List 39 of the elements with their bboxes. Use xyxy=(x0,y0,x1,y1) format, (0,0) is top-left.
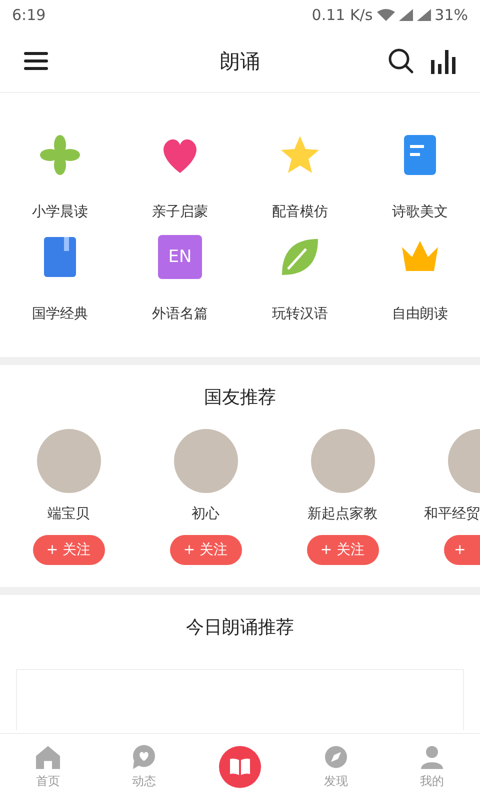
category-label: 小学晨读 xyxy=(32,203,88,221)
search-icon[interactable] xyxy=(388,48,414,74)
user-icon xyxy=(419,744,445,768)
category-label: 亲子启蒙 xyxy=(152,203,208,221)
category-label: 玩转汉语 xyxy=(272,305,328,323)
category-item[interactable]: 小学晨读 xyxy=(0,133,120,221)
category-item[interactable]: EN 外语名篇 xyxy=(120,235,240,323)
signal-icon xyxy=(398,9,413,21)
category-label: 自由朗读 xyxy=(392,305,448,323)
battery-level: 31% xyxy=(434,6,468,24)
user-name: 新起点家教 xyxy=(308,505,378,523)
user-name: 和平经贸 xyxy=(424,505,480,523)
user-name: 初心 xyxy=(192,505,220,523)
category-label: 配音模仿 xyxy=(272,203,328,221)
read-button[interactable] xyxy=(219,746,261,788)
section-title: 今日朗诵推荐 xyxy=(185,616,295,639)
category-item[interactable]: 诗歌美文 xyxy=(360,133,480,221)
category-item[interactable]: 亲子启蒙 xyxy=(120,133,240,221)
category-item[interactable]: 自由朗读 xyxy=(360,235,480,323)
section-title: 国友推荐 xyxy=(203,386,277,409)
category-label: 国学经典 xyxy=(32,305,88,323)
wifi-icon xyxy=(376,9,395,21)
category-label: 外语名篇 xyxy=(152,305,208,323)
category-item[interactable]: 国学经典 xyxy=(0,235,120,323)
signal-icon xyxy=(416,9,431,21)
status-time: 6:19 xyxy=(12,6,46,24)
network-speed: 0.11 K/s xyxy=(312,6,373,24)
compass-icon xyxy=(323,744,349,768)
clover-icon xyxy=(38,133,82,177)
menu-icon[interactable] xyxy=(24,51,48,71)
category-item[interactable]: 配音模仿 xyxy=(240,133,360,221)
user-name: 端宝贝 xyxy=(48,505,90,523)
category-label: 诗歌美文 xyxy=(392,203,448,221)
page-title: 朗诵 xyxy=(220,48,260,74)
home-icon xyxy=(35,744,61,768)
category-item[interactable]: 玩转汉语 xyxy=(240,235,360,323)
book-icon xyxy=(229,758,251,776)
bar-chart-icon[interactable] xyxy=(430,48,456,74)
en-icon: EN xyxy=(158,235,202,279)
